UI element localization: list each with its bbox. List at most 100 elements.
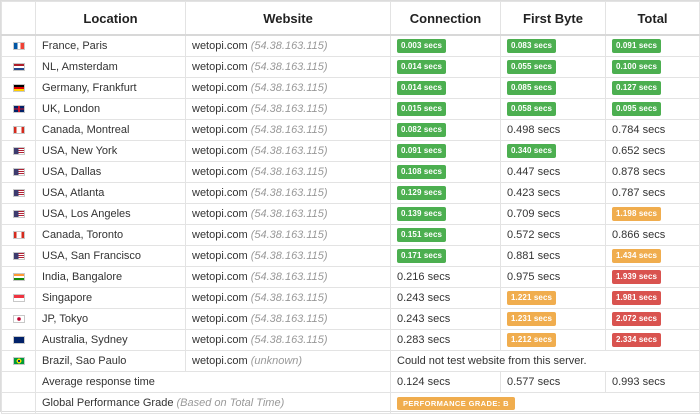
usa-flag-icon bbox=[12, 168, 25, 177]
error-message: Could not test website from this server. bbox=[390, 350, 700, 372]
grade-badge-cell: PERFORMANCE GRADE: B bbox=[390, 392, 700, 414]
table-row: Singapore wetopi.com (54.38.163.115) 0.243… bbox=[1, 287, 700, 309]
flag-cell bbox=[1, 161, 36, 183]
connection-cell: 0.216 secs bbox=[390, 266, 501, 288]
location-cell: India, Bangalore bbox=[35, 266, 186, 288]
flag-cell bbox=[1, 329, 36, 351]
table-row-brazil: Brazil, Sao Paulo wetopi.com (unknown) C… bbox=[1, 350, 700, 372]
connection-cell-value: 0.003 secs bbox=[397, 39, 447, 53]
table-row: France, Paris wetopi.com (54.38.163.115) 0… bbox=[1, 34, 700, 57]
website-cell: wetopi.com (54.38.163.115) bbox=[185, 119, 391, 141]
first-byte-cell: 1.221 secs bbox=[500, 287, 606, 309]
first-byte-cell: 0.085 secs bbox=[500, 77, 606, 99]
canada-flag-icon bbox=[12, 231, 25, 240]
first-byte-cell-value: 0.083 secs bbox=[507, 39, 557, 53]
website-cell: wetopi.com (54.38.163.115) bbox=[185, 329, 391, 351]
location-cell: NL, Amsterdam bbox=[35, 56, 186, 78]
first-byte-cell-value: 0.085 secs bbox=[507, 81, 557, 95]
first-byte-cell: 0.083 secs bbox=[500, 34, 606, 57]
total-cell: 2.072 secs bbox=[605, 308, 700, 330]
website-name: wetopi.com bbox=[192, 355, 248, 367]
website-cell: wetopi.com (unknown) bbox=[185, 350, 391, 372]
website-cell: wetopi.com (54.38.163.115) bbox=[185, 77, 391, 99]
total-cell-value: 1.434 secs bbox=[612, 249, 662, 263]
website-name: wetopi.com bbox=[192, 40, 251, 52]
location-cell: Singapore bbox=[35, 287, 186, 309]
table-row: UK, London wetopi.com (54.38.163.115) 0.01… bbox=[1, 98, 700, 120]
connection-cell-value: 0.015 secs bbox=[397, 102, 447, 116]
flag-cell bbox=[1, 266, 36, 288]
grade-label-cell: Global Performance Grade (Based on Total… bbox=[35, 392, 391, 414]
header-location: Location bbox=[35, 1, 186, 36]
usa-flag-icon bbox=[12, 252, 25, 261]
table-row: Germany, Frankfurt wetopi.com (54.38.163.… bbox=[1, 77, 700, 99]
flag-cell bbox=[1, 140, 36, 162]
total-cell-value: 0.866 secs bbox=[612, 229, 666, 241]
canada-flag-icon bbox=[12, 126, 25, 135]
connection-cell-value: 0.283 secs bbox=[397, 334, 451, 346]
first-byte-cell-value: 1.221 secs bbox=[507, 291, 557, 305]
flag-cell bbox=[1, 119, 36, 141]
total-cell: 0.127 secs bbox=[605, 77, 700, 99]
table-row: USA, New York wetopi.com (54.38.163.115) 0… bbox=[1, 140, 700, 162]
first-byte-cell-value: 0.340 secs bbox=[507, 144, 557, 158]
website-name: wetopi.com bbox=[192, 292, 251, 304]
website-name: wetopi.com bbox=[192, 145, 251, 157]
first-byte-cell: 0.572 secs bbox=[500, 224, 606, 246]
website-cell: wetopi.com (54.38.163.115) bbox=[185, 245, 391, 267]
website-cell: wetopi.com (54.38.163.115) bbox=[185, 98, 391, 120]
grade-row: Global Performance Grade (Based on Total… bbox=[1, 392, 700, 414]
total-cell: 0.878 secs bbox=[605, 161, 700, 183]
table-row: USA, Dallas wetopi.com (54.38.163.115) 0.1… bbox=[1, 161, 700, 183]
first-byte-cell: 1.212 secs bbox=[500, 329, 606, 351]
location-cell: Germany, Frankfurt bbox=[35, 77, 186, 99]
total-cell: 1.434 secs bbox=[605, 245, 700, 267]
header-total: Total bbox=[605, 1, 700, 36]
location-cell: JP, Tokyo bbox=[35, 308, 186, 330]
total-cell-value: 0.127 secs bbox=[612, 81, 662, 95]
usa-flag-icon bbox=[12, 189, 25, 198]
website-name: wetopi.com bbox=[192, 229, 251, 241]
flag-cell bbox=[1, 182, 36, 204]
flag-cell bbox=[1, 350, 36, 372]
website-cell: wetopi.com (54.38.163.115) bbox=[185, 287, 391, 309]
average-first-byte: 0.577 secs bbox=[500, 371, 606, 393]
connection-cell-value: 0.216 secs bbox=[397, 271, 451, 283]
flag-cell bbox=[1, 98, 36, 120]
website-ip: (54.38.163.115) bbox=[250, 292, 328, 304]
connection-cell: 0.108 secs bbox=[390, 161, 501, 183]
website-name: wetopi.com bbox=[192, 250, 251, 262]
first-byte-cell: 0.498 secs bbox=[500, 119, 606, 141]
connection-cell: 0.014 secs bbox=[390, 56, 501, 78]
average-label: Average response time bbox=[35, 371, 391, 393]
total-cell: 0.091 secs bbox=[605, 34, 700, 57]
website-cell: wetopi.com (54.38.163.115) bbox=[185, 203, 391, 225]
connection-cell: 0.015 secs bbox=[390, 98, 501, 120]
connection-cell-value: 0.091 secs bbox=[397, 144, 447, 158]
website-ip: (54.38.163.115) bbox=[250, 61, 328, 73]
website-cell: wetopi.com (54.38.163.115) bbox=[185, 266, 391, 288]
connection-cell: 0.243 secs bbox=[390, 308, 501, 330]
total-cell-value: 0.878 secs bbox=[612, 166, 666, 178]
first-byte-cell-value: 0.572 secs bbox=[507, 229, 561, 241]
location-cell: UK, London bbox=[35, 98, 186, 120]
total-cell-value: 0.784 secs bbox=[612, 124, 666, 136]
website-cell: wetopi.com (54.38.163.115) bbox=[185, 140, 391, 162]
first-byte-cell: 0.058 secs bbox=[500, 98, 606, 120]
total-cell-value: 0.100 secs bbox=[612, 60, 662, 74]
total-cell-value: 2.334 secs bbox=[612, 333, 662, 347]
total-cell: 0.787 secs bbox=[605, 182, 700, 204]
website-cell: wetopi.com (54.38.163.115) bbox=[185, 56, 391, 78]
grade-label: Global Performance Grade bbox=[42, 397, 174, 409]
website-ip: (54.38.163.115) bbox=[250, 187, 328, 199]
total-cell: 2.334 secs bbox=[605, 329, 700, 351]
location-cell: Brazil, Sao Paulo bbox=[35, 350, 186, 372]
performance-grade-badge: PERFORMANCE GRADE: B bbox=[397, 396, 515, 410]
flag-cell bbox=[1, 224, 36, 246]
first-byte-cell: 0.340 secs bbox=[500, 140, 606, 162]
connection-cell-value: 0.171 secs bbox=[397, 249, 447, 263]
first-byte-cell-value: 0.055 secs bbox=[507, 60, 557, 74]
total-cell-value: 0.652 secs bbox=[612, 145, 666, 157]
website-ip: (54.38.163.115) bbox=[250, 229, 328, 241]
flag-cell-empty bbox=[1, 371, 36, 393]
